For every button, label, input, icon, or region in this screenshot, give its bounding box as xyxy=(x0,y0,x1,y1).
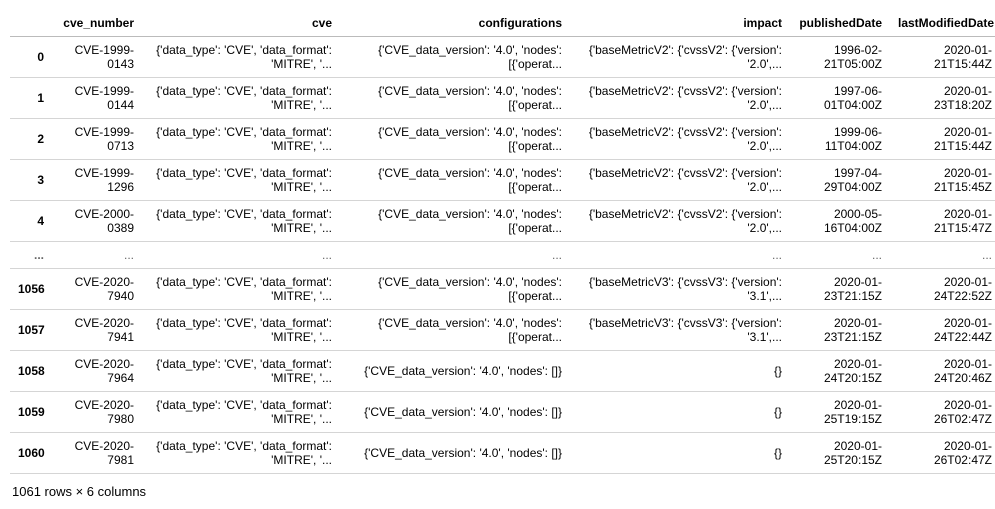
table-row: 3CVE-1999-1296{'data_type': 'CVE', 'data… xyxy=(10,160,995,201)
cell-published-date: 2020-01-25T20:15Z xyxy=(790,433,890,474)
cell-cve: {'data_type': 'CVE', 'data_format': 'MIT… xyxy=(142,78,340,119)
cell-published-date: 2020-01-25T19:15Z xyxy=(790,392,890,433)
cell-published-date: 2020-01-24T20:15Z xyxy=(790,351,890,392)
cell-index: 3 xyxy=(10,160,52,201)
cell-impact: {'baseMetricV2': {'cvssV2': {'version': … xyxy=(570,78,790,119)
cell-cve-number: CVE-2020-7941 xyxy=(52,310,142,351)
cell-impact: {'baseMetricV2': {'cvssV2': {'version': … xyxy=(570,201,790,242)
cell-cve-number: CVE-1999-1296 xyxy=(52,160,142,201)
cell-cve: {'data_type': 'CVE', 'data_format': 'MIT… xyxy=(142,160,340,201)
cell-cve-number: CVE-1999-0713 xyxy=(52,119,142,160)
header-cve: cve xyxy=(142,10,340,37)
header-configurations: configurations xyxy=(340,10,570,37)
cell-last-modified-date: 2020-01-21T15:44Z xyxy=(890,37,995,78)
cell-index: 4 xyxy=(10,201,52,242)
cell-last-modified-date: 2020-01-24T22:52Z xyxy=(890,269,995,310)
header-row: cve_number cve configurations impact pub… xyxy=(10,10,995,37)
table-row: 1CVE-1999-0144{'data_type': 'CVE', 'data… xyxy=(10,78,995,119)
cell-cve: {'data_type': 'CVE', 'data_format': 'MIT… xyxy=(142,119,340,160)
dataframe-shape-footer: 1061 rows × 6 columns xyxy=(10,474,985,499)
cell-last-modified-date: 2020-01-23T18:20Z xyxy=(890,78,995,119)
cell-cve-number: CVE-2020-7981 xyxy=(52,433,142,474)
cell-configurations: {'CVE_data_version': '4.0', 'nodes': []} xyxy=(340,351,570,392)
cell-index: 1058 xyxy=(10,351,52,392)
table-row: 1060CVE-2020-7981{'data_type': 'CVE', 'd… xyxy=(10,433,995,474)
cell-index: 1 xyxy=(10,78,52,119)
cell-cve: {'data_type': 'CVE', 'data_format': 'MIT… xyxy=(142,37,340,78)
cell-index: 0 xyxy=(10,37,52,78)
ellipsis-cell: ... xyxy=(340,242,570,269)
table-row: 1056CVE-2020-7940{'data_type': 'CVE', 'd… xyxy=(10,269,995,310)
cell-configurations: {'CVE_data_version': '4.0', 'nodes': [{'… xyxy=(340,78,570,119)
dataframe-table: cve_number cve configurations impact pub… xyxy=(10,10,995,474)
table-row: 1059CVE-2020-7980{'data_type': 'CVE', 'd… xyxy=(10,392,995,433)
cell-cve-number: CVE-2020-7964 xyxy=(52,351,142,392)
ellipsis-cell: ... xyxy=(52,242,142,269)
cell-configurations: {'CVE_data_version': '4.0', 'nodes': [{'… xyxy=(340,37,570,78)
cell-published-date: 2020-01-23T21:15Z xyxy=(790,269,890,310)
header-cve-number: cve_number xyxy=(52,10,142,37)
cell-published-date: 1997-06-01T04:00Z xyxy=(790,78,890,119)
cell-last-modified-date: 2020-01-26T02:47Z xyxy=(890,392,995,433)
table-row: 4CVE-2000-0389{'data_type': 'CVE', 'data… xyxy=(10,201,995,242)
cell-last-modified-date: 2020-01-21T15:45Z xyxy=(890,160,995,201)
ellipsis-cell: ... xyxy=(10,242,52,269)
ellipsis-row: ..................... xyxy=(10,242,995,269)
cell-configurations: {'CVE_data_version': '4.0', 'nodes': []} xyxy=(340,392,570,433)
cell-configurations: {'CVE_data_version': '4.0', 'nodes': [{'… xyxy=(340,269,570,310)
cell-index: 1059 xyxy=(10,392,52,433)
cell-cve: {'data_type': 'CVE', 'data_format': 'MIT… xyxy=(142,351,340,392)
cell-published-date: 1999-06-11T04:00Z xyxy=(790,119,890,160)
cell-index: 1057 xyxy=(10,310,52,351)
cell-configurations: {'CVE_data_version': '4.0', 'nodes': [{'… xyxy=(340,119,570,160)
cell-impact: {} xyxy=(570,433,790,474)
cell-index: 1060 xyxy=(10,433,52,474)
cell-cve-number: CVE-2000-0389 xyxy=(52,201,142,242)
ellipsis-cell: ... xyxy=(790,242,890,269)
cell-configurations: {'CVE_data_version': '4.0', 'nodes': [{'… xyxy=(340,160,570,201)
cell-configurations: {'CVE_data_version': '4.0', 'nodes': [{'… xyxy=(340,201,570,242)
cell-published-date: 1996-02-21T05:00Z xyxy=(790,37,890,78)
cell-impact: {} xyxy=(570,392,790,433)
cell-cve: {'data_type': 'CVE', 'data_format': 'MIT… xyxy=(142,269,340,310)
cell-impact: {'baseMetricV3': {'cvssV3': {'version': … xyxy=(570,269,790,310)
cell-published-date: 1997-04-29T04:00Z xyxy=(790,160,890,201)
cell-cve-number: CVE-2020-7940 xyxy=(52,269,142,310)
cell-last-modified-date: 2020-01-21T15:47Z xyxy=(890,201,995,242)
header-index xyxy=(10,10,52,37)
table-row: 1057CVE-2020-7941{'data_type': 'CVE', 'd… xyxy=(10,310,995,351)
cell-impact: {'baseMetricV2': {'cvssV2': {'version': … xyxy=(570,119,790,160)
header-published-date: publishedDate xyxy=(790,10,890,37)
cell-published-date: 2020-01-23T21:15Z xyxy=(790,310,890,351)
cell-cve-number: CVE-1999-0144 xyxy=(52,78,142,119)
cell-configurations: {'CVE_data_version': '4.0', 'nodes': []} xyxy=(340,433,570,474)
table-row: 0CVE-1999-0143{'data_type': 'CVE', 'data… xyxy=(10,37,995,78)
cell-published-date: 2000-05-16T04:00Z xyxy=(790,201,890,242)
cell-last-modified-date: 2020-01-24T22:44Z xyxy=(890,310,995,351)
ellipsis-cell: ... xyxy=(570,242,790,269)
cell-cve: {'data_type': 'CVE', 'data_format': 'MIT… xyxy=(142,201,340,242)
header-impact: impact xyxy=(570,10,790,37)
cell-cve: {'data_type': 'CVE', 'data_format': 'MIT… xyxy=(142,310,340,351)
cell-index: 2 xyxy=(10,119,52,160)
cell-index: 1056 xyxy=(10,269,52,310)
cell-cve: {'data_type': 'CVE', 'data_format': 'MIT… xyxy=(142,392,340,433)
cell-last-modified-date: 2020-01-24T20:46Z xyxy=(890,351,995,392)
cell-impact: {'baseMetricV3': {'cvssV3': {'version': … xyxy=(570,310,790,351)
table-row: 1058CVE-2020-7964{'data_type': 'CVE', 'd… xyxy=(10,351,995,392)
cell-impact: {'baseMetricV2': {'cvssV2': {'version': … xyxy=(570,37,790,78)
cell-impact: {'baseMetricV2': {'cvssV2': {'version': … xyxy=(570,160,790,201)
ellipsis-cell: ... xyxy=(890,242,995,269)
cell-configurations: {'CVE_data_version': '4.0', 'nodes': [{'… xyxy=(340,310,570,351)
cell-last-modified-date: 2020-01-21T15:44Z xyxy=(890,119,995,160)
header-last-modified-date: lastModifiedDate xyxy=(890,10,995,37)
cell-cve: {'data_type': 'CVE', 'data_format': 'MIT… xyxy=(142,433,340,474)
cell-cve-number: CVE-2020-7980 xyxy=(52,392,142,433)
cell-last-modified-date: 2020-01-26T02:47Z xyxy=(890,433,995,474)
table-row: 2CVE-1999-0713{'data_type': 'CVE', 'data… xyxy=(10,119,995,160)
ellipsis-cell: ... xyxy=(142,242,340,269)
cell-impact: {} xyxy=(570,351,790,392)
cell-cve-number: CVE-1999-0143 xyxy=(52,37,142,78)
